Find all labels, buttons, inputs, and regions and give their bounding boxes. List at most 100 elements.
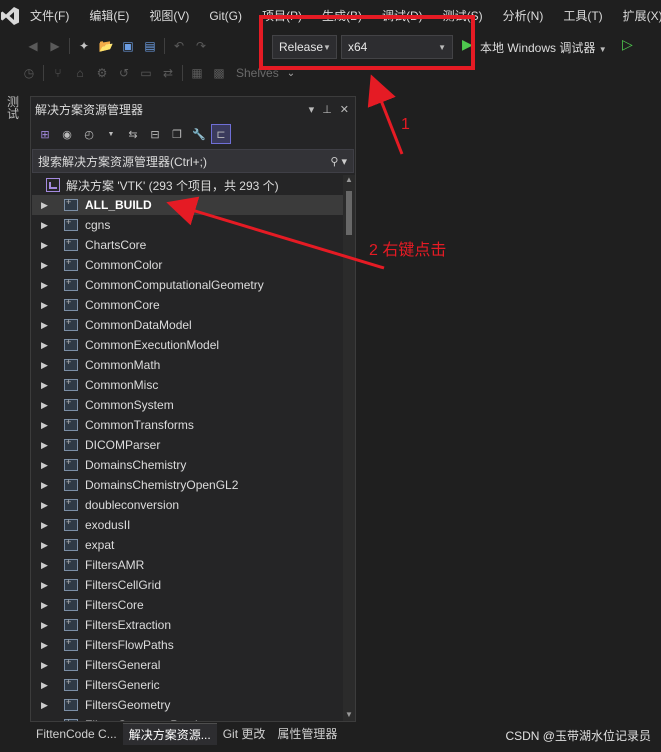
- project-node[interactable]: ▶ ChartsCore: [32, 235, 343, 255]
- expand-chevron-icon[interactable]: ▶: [32, 660, 54, 671]
- scroll-up-icon[interactable]: ▲: [345, 175, 353, 184]
- menu-item[interactable]: 文件(F): [20, 0, 79, 32]
- pending-changes-filter-icon[interactable]: ◴: [79, 124, 99, 144]
- switch-views-icon[interactable]: ⊞: [35, 124, 55, 144]
- expand-chevron-icon[interactable]: ▶: [32, 300, 54, 311]
- sync-icon[interactable]: ⇄: [157, 62, 179, 84]
- expand-chevron-icon[interactable]: ▶: [32, 460, 54, 471]
- menu-item[interactable]: 视图(V): [139, 0, 199, 32]
- bottom-tab[interactable]: 属性管理器: [271, 723, 343, 745]
- project-node[interactable]: ▶ FiltersCore: [32, 595, 343, 615]
- bottom-tab[interactable]: Git 更改: [217, 723, 272, 745]
- navigate-back-icon[interactable]: ◀: [22, 35, 44, 57]
- save-all-icon[interactable]: ▤: [139, 35, 161, 57]
- tree-scrollbar[interactable]: ▲ ▼: [343, 175, 355, 721]
- bottom-tab[interactable]: 解决方案资源...: [122, 723, 217, 745]
- debugger-target-button[interactable]: 本地 Windows 调试器 ▼: [480, 39, 607, 56]
- expand-chevron-icon[interactable]: ▶: [32, 200, 54, 211]
- expand-chevron-icon[interactable]: ▶: [32, 420, 54, 431]
- undo-icon[interactable]: ↶: [168, 35, 190, 57]
- menu-item[interactable]: 扩展(X): [613, 0, 661, 32]
- expand-chevron-icon[interactable]: ▶: [32, 520, 54, 531]
- branch-icon[interactable]: ⑂: [47, 62, 69, 84]
- window-position-icon[interactable]: ▾: [309, 103, 315, 116]
- project-node[interactable]: ▶ CommonComputationalGeometry: [32, 275, 343, 295]
- open-folder-icon[interactable]: 📂: [95, 35, 117, 57]
- expand-chevron-icon[interactable]: ▶: [32, 640, 54, 651]
- search-icon[interactable]: ⚲ ▾: [330, 155, 353, 168]
- project-node[interactable]: ▶ ALL_BUILD: [32, 195, 343, 215]
- menu-item[interactable]: 工具(T): [553, 0, 612, 32]
- new-project-icon[interactable]: ✦: [73, 35, 95, 57]
- expand-chevron-icon[interactable]: ▶: [32, 240, 54, 251]
- expand-chevron-icon[interactable]: ▶: [32, 440, 54, 451]
- test-explorer-tab[interactable]: 测试: [7, 96, 23, 120]
- compare-icon[interactable]: ▭: [135, 62, 157, 84]
- show-all-files-icon[interactable]: ❐: [167, 124, 187, 144]
- project-node[interactable]: ▶ CommonMath: [32, 355, 343, 375]
- settings-icon[interactable]: ⚙: [91, 62, 113, 84]
- project-node[interactable]: ▶ CommonDataModel: [32, 315, 343, 335]
- close-icon[interactable]: ✕: [340, 103, 349, 116]
- collapse-all-icon[interactable]: ⊟: [145, 124, 165, 144]
- pin-icon[interactable]: ⊥: [322, 103, 332, 116]
- stash-icon[interactable]: ▦: [186, 62, 208, 84]
- project-node[interactable]: ▶ CommonCore: [32, 295, 343, 315]
- project-node[interactable]: ▶ DomainsChemistry: [32, 455, 343, 475]
- project-node[interactable]: ▶ FiltersGeometryPreview: [32, 715, 343, 721]
- globe-icon[interactable]: ◉: [57, 124, 77, 144]
- project-node[interactable]: ▶ CommonExecutionModel: [32, 335, 343, 355]
- history-icon[interactable]: ◷: [18, 62, 40, 84]
- scroll-down-icon[interactable]: ▼: [345, 710, 353, 719]
- expand-chevron-icon[interactable]: ▶: [32, 480, 54, 491]
- shelve-icon[interactable]: ▩: [208, 62, 230, 84]
- solution-search-input[interactable]: 搜索解决方案资源管理器(Ctrl+;) ⚲ ▾: [32, 149, 354, 173]
- solution-root-node[interactable]: 解决方案 'VTK' (293 个项目，共 293 个): [32, 175, 343, 195]
- preview-selected-icon[interactable]: ⊏: [211, 124, 231, 144]
- start-without-debugging-icon[interactable]: ▷: [622, 36, 633, 53]
- project-node[interactable]: ▶ FiltersGeneral: [32, 655, 343, 675]
- project-node[interactable]: ▶ expat: [32, 535, 343, 555]
- project-node[interactable]: ▶ doubleconversion: [32, 495, 343, 515]
- expand-chevron-icon[interactable]: ▶: [32, 560, 54, 571]
- project-node[interactable]: ▶ FiltersCellGrid: [32, 575, 343, 595]
- expand-chevron-icon[interactable]: ▶: [32, 320, 54, 331]
- expand-chevron-icon[interactable]: ▶: [32, 720, 54, 722]
- sync-with-document-icon[interactable]: ⇆: [123, 124, 143, 144]
- expand-chevron-icon[interactable]: ▶: [32, 400, 54, 411]
- navigate-forward-icon[interactable]: ▶: [44, 35, 66, 57]
- project-node[interactable]: ▶ CommonSystem: [32, 395, 343, 415]
- project-node[interactable]: ▶ FiltersGeometry: [32, 695, 343, 715]
- project-node[interactable]: ▶ exodusII: [32, 515, 343, 535]
- menu-item[interactable]: Git(G): [199, 0, 252, 32]
- properties-wrench-icon[interactable]: 🔧: [189, 124, 209, 144]
- expand-chevron-icon[interactable]: ▶: [32, 620, 54, 631]
- scroll-thumb[interactable]: [346, 191, 352, 235]
- project-node[interactable]: ▶ CommonTransforms: [32, 415, 343, 435]
- expand-chevron-icon[interactable]: ▶: [32, 280, 54, 291]
- expand-chevron-icon[interactable]: ▶: [32, 680, 54, 691]
- expand-chevron-icon[interactable]: ▶: [32, 380, 54, 391]
- project-node[interactable]: ▶ FiltersGeneric: [32, 675, 343, 695]
- project-node[interactable]: ▶ CommonColor: [32, 255, 343, 275]
- project-node[interactable]: ▶ DICOMParser: [32, 435, 343, 455]
- expand-chevron-icon[interactable]: ▶: [32, 220, 54, 231]
- expand-chevron-icon[interactable]: ▶: [32, 540, 54, 551]
- revert-icon[interactable]: ↺: [113, 62, 135, 84]
- project-node[interactable]: ▶ FiltersFlowPaths: [32, 635, 343, 655]
- menu-item[interactable]: 编辑(E): [79, 0, 139, 32]
- tag-icon[interactable]: ⌂: [69, 62, 91, 84]
- save-icon[interactable]: ▣: [117, 35, 139, 57]
- expand-chevron-icon[interactable]: ▶: [32, 580, 54, 591]
- bottom-tab[interactable]: FittenCode C...: [30, 723, 123, 745]
- project-node[interactable]: ▶ FiltersExtraction: [32, 615, 343, 635]
- project-node[interactable]: ▶ DomainsChemistryOpenGL2: [32, 475, 343, 495]
- redo-icon[interactable]: ↷: [190, 35, 212, 57]
- expand-chevron-icon[interactable]: ▶: [32, 700, 54, 711]
- visual-studio-logo-icon[interactable]: [0, 0, 20, 32]
- project-node[interactable]: ▶ CommonMisc: [32, 375, 343, 395]
- expand-chevron-icon[interactable]: ▶: [32, 260, 54, 271]
- project-node[interactable]: ▶ FiltersAMR: [32, 555, 343, 575]
- chevron-down-icon[interactable]: ▼: [101, 124, 121, 144]
- menu-item[interactable]: 分析(N): [493, 0, 554, 32]
